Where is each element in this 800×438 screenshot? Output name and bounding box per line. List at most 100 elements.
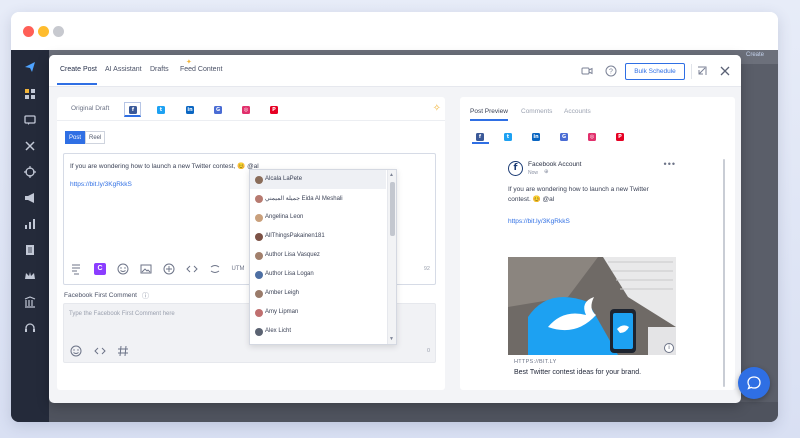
library-icon[interactable] <box>24 296 36 308</box>
hashtag-icon[interactable] <box>209 263 221 275</box>
instagram-icon: ◎ <box>242 106 250 114</box>
mention-item[interactable]: جميلة الميمني Eida Al Meshali <box>250 189 386 208</box>
mention-name: Angelina Leon <box>265 214 304 220</box>
google-business-icon: G <box>214 106 222 114</box>
text-format-icon[interactable] <box>70 263 82 275</box>
maximize-window-dot[interactable] <box>53 26 64 37</box>
google-business-icon: G <box>560 133 568 141</box>
hashtag-icon[interactable] <box>117 345 129 357</box>
close-icon[interactable] <box>719 65 731 77</box>
sparkle-icon: ✦ <box>186 59 192 66</box>
gif-icon[interactable] <box>163 263 175 275</box>
facebook-account-avatar: f <box>508 161 523 176</box>
mention-name: Amy Lipman <box>265 309 299 315</box>
modal-header: Create Post AI Assistant ✦ Drafts Feed C… <box>49 55 741 87</box>
scroll-up-icon[interactable]: ▲ <box>389 172 394 178</box>
avatar <box>255 252 263 260</box>
mention-item[interactable]: Author Lisa Vasquez <box>250 246 386 265</box>
globe-icon: ⊕ <box>544 169 549 175</box>
tab-accounts[interactable]: Accounts <box>564 108 591 115</box>
mention-item[interactable]: Alcala LaPete <box>250 170 386 189</box>
target-icon[interactable] <box>24 166 36 178</box>
tab-facebook[interactable]: f <box>124 102 141 117</box>
tab-google-business[interactable]: G <box>210 103 227 116</box>
tab-drafts[interactable]: Drafts <box>150 66 169 73</box>
scroll-down-icon[interactable]: ▼ <box>389 336 394 342</box>
tab-original-draft[interactable]: Original Draft <box>71 105 109 112</box>
preview-tab-twitter[interactable]: t <box>500 130 517 144</box>
preview-scrollbar[interactable] <box>723 159 725 387</box>
avatar <box>255 176 263 184</box>
preview-tab-facebook[interactable]: f <box>472 130 489 144</box>
tab-twitter[interactable]: t <box>153 103 170 116</box>
megaphone-icon[interactable] <box>24 192 36 204</box>
tab-post-preview[interactable]: Post Preview <box>470 108 508 115</box>
collapse-icon[interactable] <box>696 65 708 77</box>
preview-tab-linkedin[interactable]: in <box>528 130 545 144</box>
tools-icon[interactable] <box>24 140 36 152</box>
analytics-icon[interactable] <box>24 218 36 230</box>
mention-name: Alcala LaPete <box>265 176 303 182</box>
preview-tab-pinterest[interactable]: P <box>612 130 629 144</box>
scrollbar-thumb[interactable] <box>390 182 395 236</box>
first-comment-count: 0 <box>426 348 430 354</box>
tab-pinterest[interactable]: P <box>266 103 283 116</box>
media-icon[interactable] <box>140 263 152 275</box>
preview-link[interactable]: https://bit.ly/3KgRkkS <box>508 218 570 225</box>
inbox-icon[interactable] <box>24 114 36 126</box>
dashboard-icon[interactable] <box>24 88 36 100</box>
mention-item[interactable]: Angelina Leon <box>250 208 386 227</box>
post-type-reel[interactable]: Reel <box>85 131 105 144</box>
tab-comments[interactable]: Comments <box>521 108 552 115</box>
send-icon[interactable] <box>24 61 36 73</box>
link-preview-image <box>508 257 676 355</box>
close-window-dot[interactable] <box>23 26 34 37</box>
sidebar <box>11 50 49 422</box>
tab-feed-content[interactable]: Feed Content <box>180 66 222 73</box>
tab-linkedin[interactable]: in <box>182 103 199 116</box>
pinterest-icon: P <box>616 133 624 141</box>
mention-item[interactable]: Author Lisa Logan <box>250 265 386 284</box>
post-link[interactable]: https://bit.ly/3KgRkkS <box>70 181 132 188</box>
char-count: 92 <box>423 266 430 272</box>
code-icon[interactable] <box>186 263 198 275</box>
preview-tab-google-business[interactable]: G <box>556 130 573 144</box>
post-type-post[interactable]: Post <box>65 131 85 144</box>
mention-item[interactable]: Alex Licht <box>250 322 386 341</box>
mention-item[interactable]: Amy Lipman <box>250 303 386 322</box>
facebook-icon: f <box>129 106 137 114</box>
tab-ai-assistant[interactable]: AI Assistant <box>105 66 142 73</box>
emoji-icon[interactable] <box>70 345 82 357</box>
canva-icon[interactable]: C <box>94 263 106 275</box>
magic-wand-icon[interactable]: ✧ <box>433 103 441 114</box>
info-icon[interactable]: ⓘ <box>142 291 149 301</box>
preview-tab-instagram[interactable]: ◎ <box>584 130 601 144</box>
utm-button[interactable]: UTM <box>230 263 246 275</box>
background-footer <box>49 402 778 422</box>
link-domain: HTTPS://BIT.LY <box>514 359 557 365</box>
mention-name: Alex Licht <box>265 328 292 334</box>
mention-dropdown: Alcala LaPete جميلة الميمني Eida Al Mesh… <box>249 169 397 345</box>
tab-instagram[interactable]: ◎ <box>238 103 255 116</box>
info-icon[interactable]: i <box>664 343 674 353</box>
chat-button[interactable] <box>738 367 770 399</box>
post-text[interactable]: If you are wondering how to launch a new… <box>70 162 259 170</box>
more-options-icon[interactable]: ••• <box>664 159 676 169</box>
create-post-modal: Create Post AI Assistant ✦ Drafts Feed C… <box>49 55 741 403</box>
crown-icon[interactable] <box>24 270 36 282</box>
code-icon[interactable] <box>94 345 106 357</box>
instagram-icon: ◎ <box>588 133 596 141</box>
help-icon[interactable]: ? <box>605 65 617 77</box>
facebook-icon: f <box>476 133 484 141</box>
headset-icon[interactable] <box>24 322 36 334</box>
mention-item[interactable]: Amber Leigh <box>250 284 386 303</box>
bulk-schedule-button[interactable]: Bulk Schedule <box>625 63 685 80</box>
video-icon[interactable] <box>581 65 593 77</box>
mention-item[interactable]: AllThingsPakainen181 <box>250 227 386 246</box>
minimize-window-dot[interactable] <box>38 26 49 37</box>
header-divider <box>691 64 692 79</box>
tab-create-post[interactable]: Create Post <box>60 66 97 73</box>
emoji-icon[interactable] <box>117 263 129 275</box>
reports-icon[interactable] <box>24 244 36 256</box>
mention-scrollbar[interactable]: ▲ ▼ <box>387 170 396 344</box>
